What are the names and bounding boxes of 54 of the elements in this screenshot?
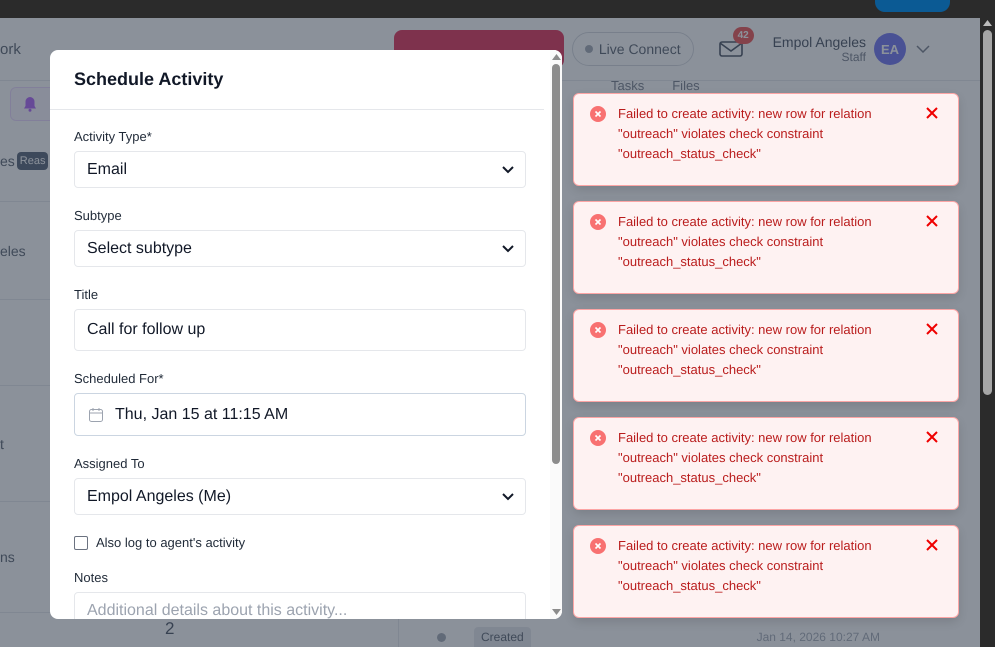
field-label: Scheduled For* [74, 371, 165, 386]
toast-message: Failed to create activity: new row for relation "outreach" violates check constraint "outreach_status_check" [618, 105, 873, 163]
error-icon [590, 214, 606, 230]
status-tag: Reas [16, 152, 48, 170]
chevron-down-icon [502, 244, 514, 252]
close-icon [926, 323, 938, 335]
toast-message: Failed to create activity: new row for relation "outreach" violates check constraint "outreach_status_check" [618, 321, 873, 379]
status-dot [584, 45, 593, 53]
user-role: Staff [842, 50, 866, 64]
field-label: Activity Type* [74, 129, 153, 144]
calendar-icon [88, 406, 104, 422]
select-field[interactable]: Empol Angeles (Me) [74, 478, 526, 515]
select-field[interactable]: Select subtype [74, 230, 526, 267]
toast-message: Failed to create activity: new row for relation "outreach" violates check constraint "outreach_status_check" [618, 429, 873, 487]
row-label: ns [0, 549, 15, 565]
error-icon [590, 322, 606, 338]
error-icon [590, 430, 606, 446]
scroll-up-icon[interactable] [983, 20, 992, 26]
chevron-down-icon [502, 492, 514, 500]
dialog-title: Schedule Activity [74, 69, 224, 90]
row-label: es [0, 153, 15, 169]
checkbox-label[interactable]: Also log to agent's activity [96, 535, 246, 550]
scroll-down-icon[interactable] [552, 609, 560, 615]
count-text: 2 [165, 619, 176, 639]
error-icon [590, 538, 606, 554]
error-icon [590, 106, 606, 122]
select-field[interactable]: Email [74, 151, 526, 188]
notes-field[interactable]: Additional details about this activity... [74, 592, 526, 619]
row-label: eles [0, 242, 26, 258]
checkbox[interactable] [74, 536, 88, 550]
event-tag: Created [474, 627, 531, 647]
field-label: Assigned To [74, 456, 146, 471]
input-field[interactable]: Call for follow up [74, 309, 526, 351]
profile-button[interactable] [875, 0, 950, 12]
mail-icon[interactable] [718, 41, 743, 57]
bell-icon [23, 96, 37, 112]
scrollbar-thumb[interactable] [983, 30, 992, 395]
field-label: Title [74, 287, 100, 302]
user-name: Empol Angeles [772, 34, 866, 50]
chevron-down-icon [502, 166, 514, 174]
scrollbar-thumb[interactable] [552, 64, 560, 464]
unread-count-badge: 42 [732, 27, 754, 44]
field-label: Notes [74, 570, 109, 585]
close-icon [926, 539, 938, 551]
close-icon [926, 107, 938, 119]
date-field[interactable]: Thu, Jan 15 at 11:15 AM [74, 393, 526, 436]
close-icon [926, 215, 938, 227]
chevron-down-icon[interactable] [916, 45, 930, 53]
toast-message: Failed to create activity: new row for relation "outreach" violates check constraint "outreach_status_check" [618, 537, 873, 595]
row-label: t [0, 436, 4, 452]
field-label: Subtype [74, 208, 123, 223]
close-icon [926, 431, 938, 443]
timeline-dot [437, 632, 446, 642]
toast-message: Failed to create activity: new row for relation "outreach" violates check constraint "outreach_status_check" [618, 213, 873, 271]
